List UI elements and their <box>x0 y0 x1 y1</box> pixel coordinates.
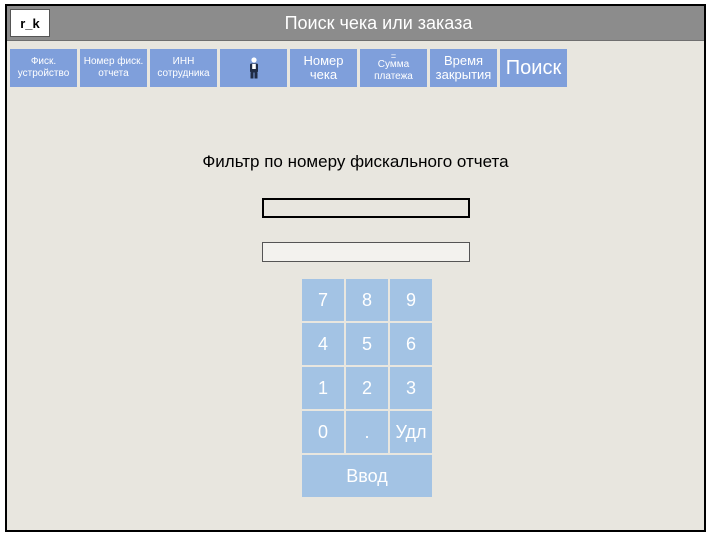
fiscal-report-number-button[interactable]: Номер фиск. отчета <box>80 49 147 87</box>
keypad-key-decimal[interactable]: . <box>346 411 388 453</box>
button-label-line: ИНН <box>172 56 195 67</box>
search-button[interactable]: Поиск <box>500 49 567 87</box>
keypad-key-5[interactable]: 5 <box>346 323 388 365</box>
button-label-line: Номер фиск. <box>83 56 144 67</box>
employee-inn-button[interactable]: ИНН сотрудника <box>150 49 217 87</box>
keypad-key-4[interactable]: 4 <box>302 323 344 365</box>
main-window: r_k Поиск чека или заказа Фиск. устройст… <box>5 4 706 532</box>
search-button-label: Поиск <box>505 57 562 79</box>
keypad-key-6[interactable]: 6 <box>390 323 432 365</box>
filter-heading: Фильтр по номеру фискального отчета <box>202 152 509 171</box>
keypad-key-0[interactable]: 0 <box>302 411 344 453</box>
button-label-line: закрытия <box>435 67 492 82</box>
button-label-line: устройство <box>17 68 70 79</box>
close-time-button[interactable]: Время закрытия <box>430 49 497 87</box>
app-logo: r_k <box>10 9 50 37</box>
keypad-key-3[interactable]: 3 <box>390 367 432 409</box>
button-label-line: отчета <box>98 68 129 79</box>
keypad-key-2[interactable]: 2 <box>346 367 388 409</box>
keypad-key-8[interactable]: 8 <box>346 279 388 321</box>
keypad-key-7[interactable]: 7 <box>302 279 344 321</box>
keypad-key-9[interactable]: 9 <box>390 279 432 321</box>
keypad-enter-button[interactable]: Ввод <box>302 455 432 497</box>
fiscal-device-button[interactable]: Фиск. устройство <box>10 49 77 87</box>
button-label-line: Фиск. <box>30 56 57 67</box>
button-label-line: Номер <box>303 53 344 68</box>
employee-button[interactable] <box>220 49 287 87</box>
window-title: Поиск чека или заказа <box>284 12 473 33</box>
button-label-line: платежа <box>374 71 413 82</box>
filter-value-input[interactable] <box>262 198 470 218</box>
button-label-line: Время <box>443 53 484 68</box>
payment-sum-button[interactable]: = Сумма платежа <box>360 49 427 87</box>
title-bar: r_k Поиск чека или заказа <box>7 6 704 41</box>
person-icon <box>249 57 258 79</box>
button-label-line: Сумма <box>377 59 410 70</box>
receipt-number-button[interactable]: Номер чека <box>290 49 357 87</box>
keypad-delete-button[interactable]: Удл <box>390 411 432 453</box>
secondary-input[interactable] <box>262 242 470 262</box>
keypad-key-1[interactable]: 1 <box>302 367 344 409</box>
button-label-line: чека <box>309 67 338 82</box>
button-label-line: сотрудника <box>157 68 210 79</box>
